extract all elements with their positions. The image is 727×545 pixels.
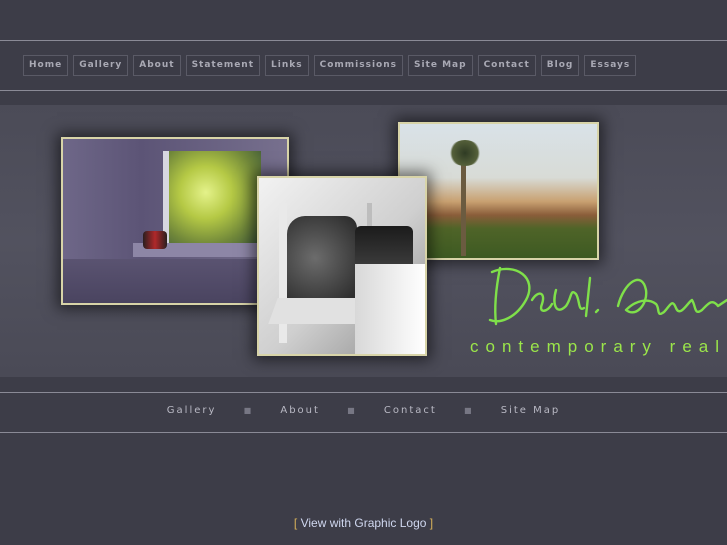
nav-contact-button[interactable]: Contact — [477, 55, 536, 76]
painting-palm-fronds — [448, 140, 482, 166]
nav-site-map-button[interactable]: Site Map — [407, 55, 473, 76]
mid-nav-site-map-link[interactable]: Site Map — [501, 405, 560, 416]
painting-red-tin — [143, 231, 167, 249]
painting-window-foliage — [163, 151, 261, 243]
nav-essays-button[interactable]: Essays — [584, 55, 637, 76]
nav-gallery-button[interactable]: Gallery — [73, 55, 129, 76]
painting-palm-trunk — [461, 160, 466, 256]
painting-table — [355, 264, 425, 354]
painting-window-still-life[interactable] — [61, 137, 289, 305]
open-bracket: [ — [293, 516, 298, 530]
top-nav: Home Gallery About Statement Links Commi… — [23, 55, 637, 76]
nav-commissions-button[interactable]: Commissions — [313, 55, 403, 76]
painting-palm-landscape[interactable] — [398, 122, 599, 260]
nav-statement-button[interactable]: Statement — [185, 55, 261, 76]
close-bracket: ] — [429, 516, 434, 530]
signature-svg — [488, 266, 727, 326]
top-rule — [0, 40, 727, 41]
artist-signature-logo — [486, 260, 727, 332]
mid-nav-about-link[interactable]: About — [280, 405, 320, 416]
painting-sewing-machine — [355, 226, 413, 264]
separator-icon: ■ — [243, 406, 254, 415]
nav-links-button[interactable]: Links — [265, 55, 309, 76]
separator-icon: ■ — [347, 406, 357, 415]
tagline: contemporary realism — [470, 337, 727, 356]
separator-icon: ■ — [463, 406, 474, 415]
mid-nav-gallery-link[interactable]: Gallery — [167, 405, 217, 416]
view-graphic-logo-link[interactable]: View with Graphic Logo — [301, 516, 427, 530]
hero-banner: contemporary realism — [0, 105, 727, 377]
secondary-nav-bottom-rule — [0, 432, 727, 433]
hero-bottom-rule — [0, 392, 727, 393]
secondary-nav: Gallery ■ About ■ Contact ■ Site Map — [0, 405, 727, 416]
nav-about-button[interactable]: About — [133, 55, 181, 76]
nav-home-button[interactable]: Home — [23, 55, 69, 76]
graphic-logo-link-row: [ View with Graphic Logo ] — [0, 516, 727, 530]
mid-nav-contact-link[interactable]: Contact — [384, 405, 437, 416]
nav-blog-button[interactable]: Blog — [540, 55, 580, 76]
painting-wall-shadow — [63, 259, 287, 303]
painting-chair-sewing-machine[interactable] — [257, 176, 427, 356]
nav-bottom-rule — [0, 90, 727, 91]
